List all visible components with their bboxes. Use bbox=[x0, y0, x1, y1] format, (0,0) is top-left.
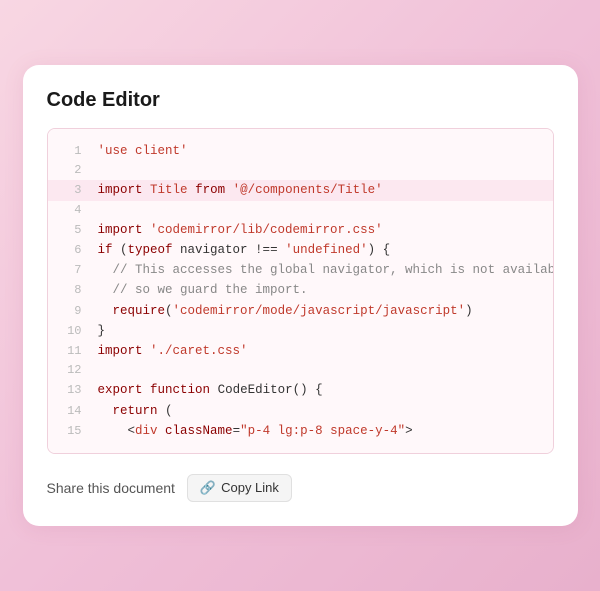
line-number: 7 bbox=[60, 261, 82, 280]
line-number: 13 bbox=[60, 381, 82, 400]
line-number: 8 bbox=[60, 281, 82, 300]
code-text: export function CodeEditor() { bbox=[98, 380, 323, 400]
code-line-15: 15 <div className="p-4 lg:p-8 space-y-4"… bbox=[48, 421, 553, 441]
code-text: import 'codemirror/lib/codemirror.css' bbox=[98, 220, 383, 240]
share-row: Share this document 🔗 Copy Link bbox=[47, 474, 554, 502]
code-text: import Title from '@/components/Title' bbox=[98, 180, 383, 200]
main-card: Code Editor 1 'use client' 2 3 import Ti… bbox=[23, 65, 578, 526]
line-number: 11 bbox=[60, 342, 82, 361]
code-line-4: 4 bbox=[48, 201, 553, 220]
copy-link-button[interactable]: 🔗 Copy Link bbox=[187, 474, 292, 502]
code-line-13: 13 export function CodeEditor() { bbox=[48, 380, 553, 400]
code-text: // so we guard the import. bbox=[98, 280, 308, 300]
code-text: import './caret.css' bbox=[98, 341, 248, 361]
code-line-14: 14 return ( bbox=[48, 401, 553, 421]
code-text: 'use client' bbox=[98, 141, 188, 161]
code-text: <div className="p-4 lg:p-8 space-y-4"> bbox=[98, 421, 413, 441]
line-number: 2 bbox=[60, 161, 82, 180]
code-editor-block: 1 'use client' 2 3 import Title from '@/… bbox=[47, 128, 554, 454]
code-text: } bbox=[98, 321, 106, 341]
code-text: return ( bbox=[98, 401, 173, 421]
code-line-7: 7 // This accesses the global navigator,… bbox=[48, 260, 553, 280]
line-number: 15 bbox=[60, 422, 82, 441]
line-number: 1 bbox=[60, 142, 82, 161]
code-text: // This accesses the global navigator, w… bbox=[98, 260, 554, 280]
code-text: if (typeof navigator !== 'undefined') { bbox=[98, 240, 391, 260]
code-line-5: 5 import 'codemirror/lib/codemirror.css' bbox=[48, 220, 553, 240]
line-number: 9 bbox=[60, 302, 82, 321]
line-number: 4 bbox=[60, 201, 82, 220]
card-title: Code Editor bbox=[47, 89, 554, 112]
code-line-12: 12 bbox=[48, 361, 553, 380]
code-text: require('codemirror/mode/javascript/java… bbox=[98, 301, 473, 321]
line-number: 3 bbox=[60, 181, 82, 200]
code-line-8: 8 // so we guard the import. bbox=[48, 280, 553, 300]
line-number: 5 bbox=[60, 221, 82, 240]
code-line-10: 10 } bbox=[48, 321, 553, 341]
code-line-2: 2 bbox=[48, 161, 553, 180]
code-line-9: 9 require('codemirror/mode/javascript/ja… bbox=[48, 301, 553, 321]
share-label: Share this document bbox=[47, 480, 175, 496]
line-number: 10 bbox=[60, 322, 82, 341]
line-number: 6 bbox=[60, 241, 82, 260]
copy-link-label: Copy Link bbox=[221, 480, 279, 495]
code-line-1: 1 'use client' bbox=[48, 141, 553, 161]
line-number: 12 bbox=[60, 361, 82, 380]
link-icon: 🔗 bbox=[200, 480, 216, 496]
line-number: 14 bbox=[60, 402, 82, 421]
code-line-6: 6 if (typeof navigator !== 'undefined') … bbox=[48, 240, 553, 260]
code-line-3: 3 import Title from '@/components/Title' bbox=[48, 180, 553, 200]
code-line-11: 11 import './caret.css' bbox=[48, 341, 553, 361]
